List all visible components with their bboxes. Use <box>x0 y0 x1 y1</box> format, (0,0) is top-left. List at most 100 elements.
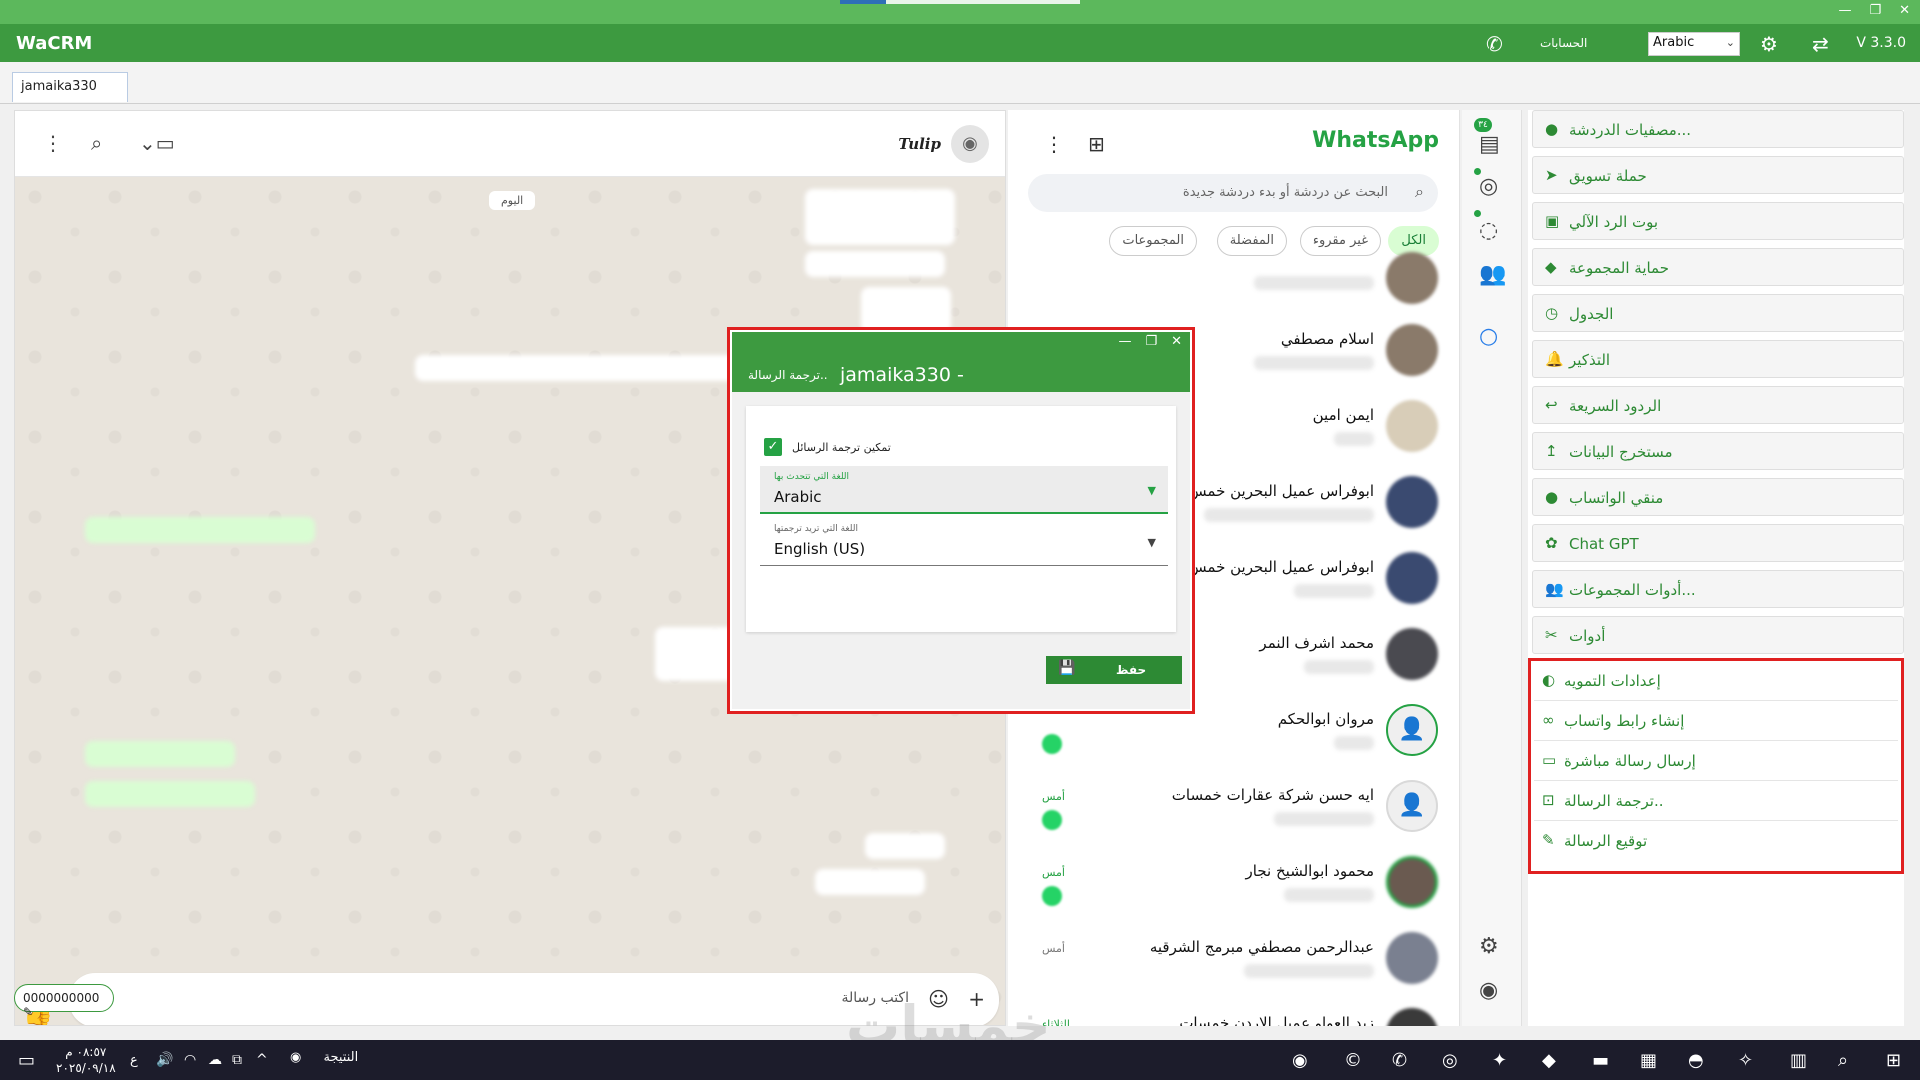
folder-icon[interactable]: ▬ <box>1592 1050 1609 1071</box>
menu-chat-filters[interactable]: ● مصفيات الدردشة... <box>1532 110 1904 148</box>
dialog-minimize-button[interactable]: — <box>1118 334 1131 349</box>
clock-time: ٠٨:٥٧ م <box>65 1045 107 1059</box>
menu-marketing-campaign[interactable]: ➤ حملة تسويق <box>1532 156 1904 194</box>
more-vertical-icon[interactable]: ⋮ <box>1044 132 1064 156</box>
day-badge: اليوم <box>489 191 536 210</box>
weather-widget[interactable]: ◉ النتيجة <box>290 1050 358 1065</box>
list-item[interactable]: 👤 ايه حسن شركة عقارات خمسات أمس <box>1008 778 1459 854</box>
save-button[interactable]: 💾 حفظ <box>1046 656 1182 684</box>
submenu-create-link[interactable]: ∞ إنشاء رابط واتساب <box>1534 701 1898 741</box>
menu-auto-reply-bot[interactable]: ▣ بوت الرد الآلي <box>1532 202 1904 240</box>
menu-data-extractor[interactable]: ↥ مستخرج البيانات <box>1532 432 1904 470</box>
edge-icon[interactable]: ◓ <box>1688 1050 1704 1071</box>
message-preview <box>1334 432 1374 446</box>
more-vertical-icon[interactable]: ⋮ <box>43 131 63 155</box>
dialog-maximize-button[interactable]: ❐ <box>1145 334 1157 349</box>
new-chat-icon[interactable]: ⊞ <box>1088 132 1105 156</box>
menu-chat-gpt[interactable]: ✿ Chat GPT <box>1532 524 1904 562</box>
search-icon[interactable]: ⌕ <box>91 131 102 155</box>
list-item[interactable]: زيد العواو عميل الاردن خمسات الثلاثاء <box>1008 1006 1459 1026</box>
swap-icon[interactable]: ⇄ <box>1812 32 1829 56</box>
horizontal-scrollbar[interactable] <box>14 1026 1460 1038</box>
filter-favorites[interactable]: المفضلة <box>1216 226 1287 256</box>
menu-group-tools[interactable]: 👥 أدوات المجموعات... <box>1532 570 1904 608</box>
search-box[interactable]: البحث عن دردشة أو بدء دردشة جديدة ⌕ <box>1028 174 1438 212</box>
clock-icon: ◷ <box>1545 304 1559 322</box>
avatar <box>1386 476 1438 528</box>
whatsapp-taskbar-icon[interactable]: ✆ <box>1392 1050 1407 1071</box>
submenu-translate-message[interactable]: ⊡ ترجمة الرسالة.. <box>1534 781 1898 821</box>
phone-number: 0000000000 <box>23 991 100 1005</box>
communities-icon[interactable]: 👥 <box>1479 262 1506 287</box>
input-language[interactable]: ع <box>130 1053 138 1068</box>
language-select[interactable]: Arabic ⌄ <box>1648 32 1740 56</box>
list-item[interactable] <box>1008 252 1459 308</box>
target-language-select[interactable]: اللغة التي تريد ترجمتها English (US) ▼ <box>760 518 1168 566</box>
task-view-icon[interactable]: ▥ <box>1790 1050 1807 1071</box>
video-call-icon[interactable]: ⌄▭ <box>139 131 175 155</box>
filter-icon: ● <box>1545 488 1559 506</box>
whatsapp-icon[interactable]: ✆ <box>1486 32 1503 56</box>
gear-icon[interactable]: ⚙ <box>1760 32 1778 56</box>
tab-account[interactable]: jamaika330 <box>12 72 128 102</box>
wacrm-taskbar-icon[interactable]: ◉ <box>1292 1050 1308 1071</box>
submenu-masking-settings[interactable]: ◐ إعدادات التمويه <box>1534 661 1898 701</box>
dialog-header: — ❐ ✕ ترجمة الرسالة.. jamaika330 - <box>732 332 1190 392</box>
list-item[interactable]: محمود ابوالشيخ نجار أمس <box>1008 854 1459 930</box>
submenu-direct-message[interactable]: ▭ إرسال رسالة مباشرة <box>1534 741 1898 781</box>
avatar <box>1386 1008 1438 1026</box>
features-menu: ● مصفيات الدردشة... ➤ حملة تسويق ▣ بوت ا… <box>1528 110 1904 1026</box>
app-icon[interactable]: ✦ <box>1492 1050 1507 1071</box>
avatar <box>1386 252 1438 304</box>
chat-name: ايه حسن شركة عقارات خمسات <box>1171 786 1374 804</box>
accounts-label[interactable]: الحسابات <box>1540 36 1587 50</box>
filter-groups[interactable]: المجموعات <box>1109 226 1197 256</box>
speak-language-select[interactable]: اللغة التي تتحدث بها Arabic ▼ <box>760 466 1168 514</box>
windows-start-icon[interactable]: ⊞ <box>1886 1050 1901 1071</box>
search-input[interactable]: البحث عن دردشة أو بدء دردشة جديدة <box>1183 185 1388 200</box>
anydesk-icon[interactable]: ◆ <box>1542 1050 1556 1071</box>
search-icon[interactable]: ⌕ <box>1838 1050 1848 1071</box>
cloud-icon[interactable]: ☁ <box>208 1052 222 1068</box>
chats-icon[interactable]: ▤ <box>1479 132 1500 157</box>
store-icon[interactable]: ▦ <box>1640 1050 1657 1071</box>
app-c-icon[interactable]: © <box>1344 1050 1362 1071</box>
message-bubble <box>85 781 255 807</box>
contact-avatar-icon[interactable]: ◉ <box>951 125 989 163</box>
chat-name: زيد العواو عميل الاردن خمسات <box>1179 1014 1374 1026</box>
meta-ai-icon[interactable]: ○ <box>1479 324 1498 349</box>
copilot-icon[interactable]: ✧ <box>1738 1050 1753 1071</box>
phone-chip[interactable]: 0000000000 ✎ <box>14 984 114 1019</box>
wifi-icon[interactable]: ◠ <box>184 1052 196 1068</box>
submenu-message-signature[interactable]: ✎ توقيع الرسالة <box>1534 821 1898 861</box>
menu-tools[interactable]: ✂ أدوات <box>1532 616 1904 654</box>
close-button[interactable]: ✕ <box>1899 3 1910 18</box>
gear-icon[interactable]: ⚙ <box>1479 934 1499 959</box>
dialog-close-button[interactable]: ✕ <box>1171 334 1182 349</box>
profile-icon[interactable]: ◉ <box>1479 978 1498 1003</box>
menu-whatsapp-filter[interactable]: ● منقي الواتساب <box>1532 478 1904 516</box>
volume-icon[interactable]: 🔊 <box>156 1052 173 1068</box>
minimize-button[interactable]: — <box>1838 3 1851 18</box>
menu-schedule[interactable]: ◷ الجدول <box>1532 294 1904 332</box>
enable-translation-checkbox[interactable]: ✓ <box>764 438 782 456</box>
menu-reminder[interactable]: 🔔 التذكير <box>1532 340 1904 378</box>
menu-group-protection[interactable]: ◆ حماية المجموعة <box>1532 248 1904 286</box>
taskbar-clock[interactable]: ٠٨:٥٧ م ٢٠٢٥/٠٩/١٨ <box>56 1044 116 1076</box>
channels-icon[interactable]: ◌ <box>1479 218 1498 243</box>
maximize-button[interactable]: ❐ <box>1869 3 1881 18</box>
avatar <box>1386 628 1438 680</box>
notification-icon[interactable]: ▭ <box>18 1050 35 1071</box>
device-icon[interactable]: ⧉ <box>232 1052 242 1068</box>
message-preview <box>1204 508 1374 522</box>
menu-quick-replies[interactable]: ↩ الردود السريعة <box>1532 386 1904 424</box>
pen-icon[interactable]: ✎ <box>23 1005 33 1019</box>
chrome-icon[interactable]: ◎ <box>1442 1050 1458 1071</box>
menu-label: الجدول <box>1569 305 1614 323</box>
chevron-up-icon[interactable]: ^ <box>256 1052 268 1068</box>
filter-unread[interactable]: غير مقروء <box>1299 226 1381 256</box>
unread-badge <box>1042 810 1062 830</box>
menu-label: التذكير <box>1569 351 1611 369</box>
list-item[interactable]: عبدالرحمن مصطفي مبرمج الشرقيه أمس <box>1008 930 1459 1006</box>
status-icon[interactable]: ◎ <box>1479 174 1498 199</box>
